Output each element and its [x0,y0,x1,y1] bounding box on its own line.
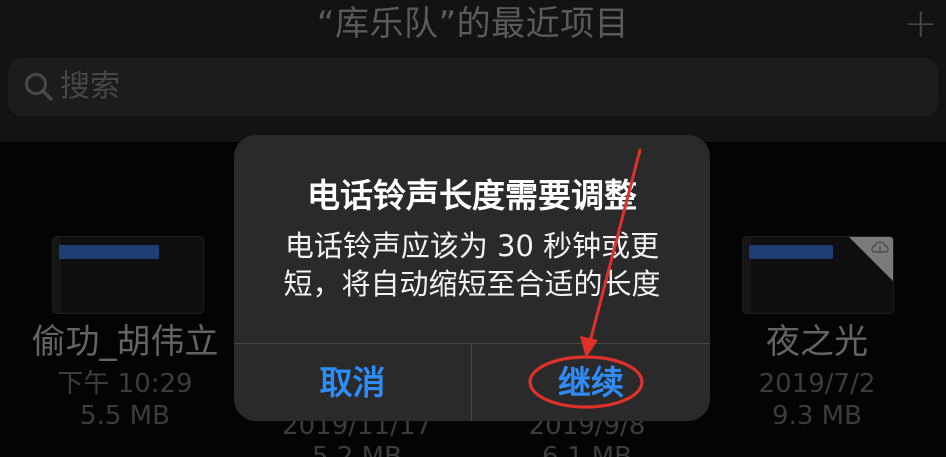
cancel-button[interactable]: 取消 [234,344,471,421]
alert-title: 电话铃声长度需要调整 [307,176,637,215]
garageband-recents-screen: “库乐队”的最近项目 + 搜索 偷功_胡伟立 下午 10:29 5.5 MB 2… [0,0,946,457]
alert-message: 电话铃声应该为 30 秒钟或更短，将自动缩短至合适的长度 [283,229,661,301]
continue-button[interactable]: 继续 [472,344,710,421]
ringtone-length-alert: 电话铃声长度需要调整 电话铃声应该为 30 秒钟或更短，将自动缩短至合适的长度 … [234,135,710,421]
